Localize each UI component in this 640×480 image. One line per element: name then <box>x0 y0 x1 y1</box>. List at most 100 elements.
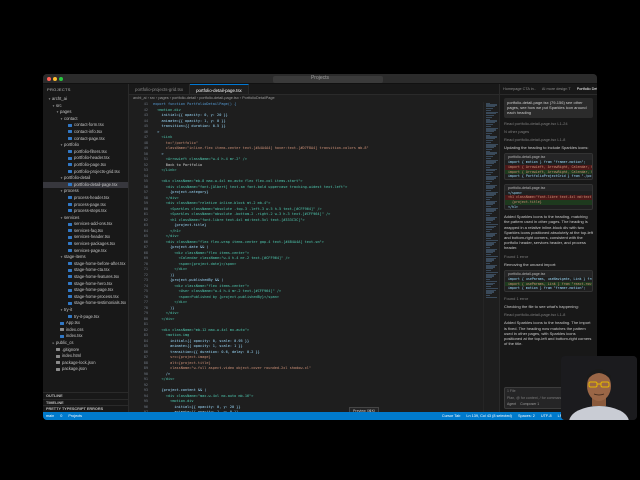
typescript-file-icon <box>68 150 72 154</box>
file-item[interactable]: services-add-ons.tsx <box>43 221 128 228</box>
chat-tab[interactable]: Homepage CTA in.. <box>500 84 539 94</box>
file-item[interactable]: stage-home-testimonials.tsx <box>43 300 128 307</box>
sidebar-section[interactable]: OUTLINE <box>43 392 128 399</box>
tree-item-label: services-packages.tsx <box>74 241 116 247</box>
file-item[interactable]: try-it-page.tsx <box>43 314 128 321</box>
indent-setting[interactable]: Spaces: 2 <box>515 414 538 418</box>
chat-input-placeholder: Plan, @ for context, / for commands <box>507 396 565 400</box>
file-item[interactable]: App.tsx <box>43 320 128 327</box>
assistant-message: Added Sparkles icons to the heading, mat… <box>504 214 593 251</box>
folder-item[interactable]: ▾ pages <box>43 109 128 116</box>
file-item[interactable]: contact-form.tsx <box>43 122 128 129</box>
tool-status-line[interactable]: N other pages <box>504 129 593 134</box>
tree-item-label: portfolio-projects-grid.tsx <box>74 168 120 174</box>
window-title: Projects <box>310 75 330 81</box>
tool-status-line[interactable]: Read portfolio-detail-page.tsx L1-8 <box>504 312 593 317</box>
file-item[interactable]: portfolio-page.tsx <box>43 162 128 169</box>
sidebar-section[interactable]: PRETTY TYPESCRIPT ERRORS <box>43 405 128 412</box>
assistant-message: Removing the unused import: <box>504 261 557 267</box>
file-item[interactable]: contact-info.tsx <box>43 129 128 136</box>
file-item[interactable]: .gitignore <box>43 347 128 354</box>
code-editor[interactable]: 41 export function PortfolioDetailPage() … <box>129 102 499 412</box>
cursor-tab-status[interactable]: Cursor Tab <box>439 414 464 418</box>
folder-item[interactable]: ▾ process <box>43 188 128 195</box>
folder-item[interactable]: ▾ archt_ai <box>43 96 128 103</box>
code-text: </div> <box>153 377 175 381</box>
title-bar: Projects <box>43 74 597 84</box>
file-item[interactable]: portfolio-projects-grid.tsx <box>43 169 128 176</box>
explorer-sidebar: PROJECTS ▾ archt_ai ▾ src ▾ pages ▾ contact cont… <box>43 84 129 412</box>
assistant-message: Updating the heading to include Sparkles… <box>504 145 589 151</box>
file-item[interactable]: services-header.tsx <box>43 234 128 241</box>
code-diff-card[interactable]: portfolio-detail-page.tsx </span> <h1 clas… <box>504 183 593 211</box>
folder-item[interactable]: ▸ public_cs <box>43 340 128 347</box>
tree-item-label: index.css <box>66 326 84 332</box>
tree-item-label: portfolio-page.tsx <box>74 161 107 167</box>
folder-item[interactable]: ▾ try-it <box>43 307 128 314</box>
typescript-file-icon <box>68 301 72 305</box>
folder-item[interactable]: ▾ portfolio-detail <box>43 175 128 182</box>
chat-tabs: Homepage CTA in.. AI more design T Portfol… <box>500 84 597 95</box>
file-item[interactable]: index.html <box>43 353 128 360</box>
tool-status-line[interactable]: Read portfolio-detail-page.tsx L1-24 <box>504 121 593 126</box>
folder-item[interactable]: ▾ services <box>43 215 128 222</box>
file-item[interactable]: stage-home-process.tsx <box>43 294 128 301</box>
editor-window: Projects PROJECTS ▾ archt_ai ▾ src ▾ pages ▾ co… <box>43 74 597 420</box>
tool-status-line[interactable]: Found 1 error <box>504 296 593 301</box>
file-item[interactable]: process-steps.tsx <box>43 208 128 215</box>
code-diff-card[interactable]: portfolio-detail-page.tsx import { motion… <box>504 153 593 180</box>
file-item[interactable]: stage-home-features.tsx <box>43 274 128 281</box>
sidebar-section[interactable]: TIMELINE <box>43 398 128 406</box>
file-item[interactable]: portfolio-header.tsx <box>43 155 128 162</box>
typescript-file-icon <box>68 262 72 266</box>
editor-tab[interactable]: portfolio-detail-page.tsx <box>190 84 249 94</box>
cursor-position[interactable]: Ln 139, Col 43 (8 selected) <box>463 414 515 418</box>
file-item[interactable]: stage-home-before-after.tsx <box>43 261 128 268</box>
folder-item[interactable]: ▾ contact <box>43 116 128 123</box>
workspace-name[interactable]: Projects <box>65 414 85 418</box>
file-item[interactable]: services-page.tsx <box>43 248 128 255</box>
tree-item-label: stage-home-hero.tsx <box>74 280 113 286</box>
problems-indicator[interactable]: 0 <box>57 414 65 418</box>
file-item[interactable]: process-header.tsx <box>43 195 128 202</box>
file-item[interactable]: package.json <box>43 366 128 373</box>
tree-item-label: portfolio <box>64 142 79 148</box>
breadcrumb[interactable]: archt_ai › src › pages › portfolio-detai… <box>129 95 499 102</box>
agent-mode-dropdown[interactable]: Agent <box>507 402 516 406</box>
tool-status-line[interactable]: Read portfolio-detail-page.tsx L1-8 <box>504 137 593 142</box>
tree-item-label: App.tsx <box>66 320 80 326</box>
file-item[interactable]: contact-page.tsx <box>43 136 128 143</box>
model-dropdown[interactable]: Composer 1 <box>520 402 539 406</box>
file-item[interactable]: portfolio-filters.tsx <box>43 149 128 156</box>
file-item[interactable]: stage-home-page.tsx <box>43 287 128 294</box>
file-item[interactable]: services-faq.tsx <box>43 228 128 235</box>
file-icon <box>56 347 60 351</box>
tree-item-label: process-steps.tsx <box>74 208 107 214</box>
branch-indicator[interactable]: main <box>43 414 57 418</box>
file-item[interactable]: index.tsx <box>43 333 128 340</box>
tool-status-line[interactable]: Found 1 error <box>504 254 593 259</box>
file-icon <box>60 328 64 332</box>
tree-item-label: pages <box>60 109 72 115</box>
typescript-file-icon <box>68 222 72 226</box>
code-diff-card[interactable]: portfolio-detail-page.tsx import { usePar… <box>504 270 593 292</box>
file-item[interactable]: package-lock.json <box>43 360 128 367</box>
file-item[interactable]: portfolio-detail-page.tsx <box>43 181 128 189</box>
editor-tab[interactable]: portfolio-projects-grid.tsx <box>129 84 191 94</box>
file-item[interactable]: index.css <box>43 327 128 334</box>
chat-tab[interactable]: Portfolio Details <box>574 84 597 94</box>
file-item[interactable]: process-page.tsx <box>43 202 128 209</box>
tree-item-label: contact-form.tsx <box>74 122 104 128</box>
tree-item-label: services <box>64 214 80 220</box>
typescript-file-icon <box>68 169 72 173</box>
folder-item[interactable]: ▾ src <box>43 103 128 110</box>
encoding[interactable]: UTF-8 <box>538 414 555 418</box>
file-item[interactable]: stage-home-cta.tsx <box>43 267 128 274</box>
folder-item[interactable]: ▾ stage-items <box>43 254 128 261</box>
folder-item[interactable]: ▾ portfolio <box>43 142 128 149</box>
chat-tab[interactable]: AI more design T <box>539 84 574 94</box>
file-item[interactable]: services-packages.tsx <box>43 241 128 248</box>
file-item[interactable]: stage-home-hero.tsx <box>43 281 128 288</box>
minimap[interactable] <box>483 102 499 412</box>
tree-item-label: stage-home-before-after.tsx <box>74 260 126 266</box>
